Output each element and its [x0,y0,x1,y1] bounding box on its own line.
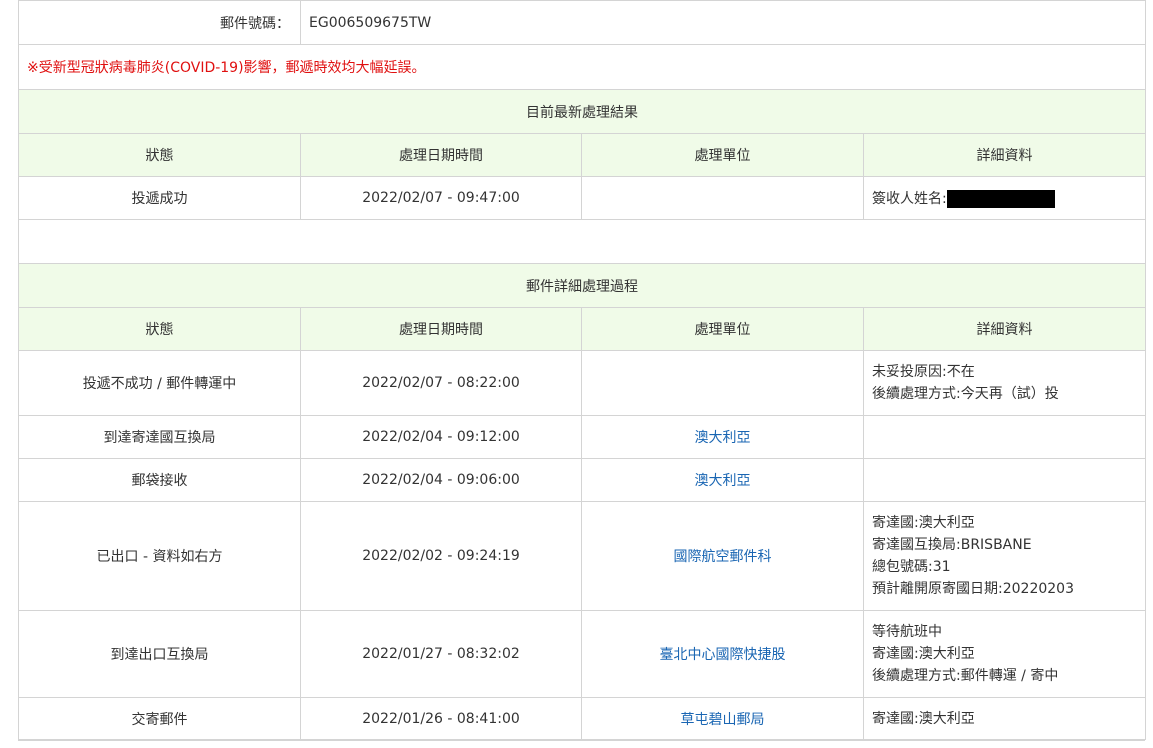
history-unit: 澳大利亞 [581,415,864,459]
tracking-table: 郵件號碼： EG006509675TW ※受新型冠狀病毒肺炎(COVID-19)… [18,0,1146,740]
spacer-cell [18,219,1146,264]
latest-header-row: 狀態 處理日期時間 處理單位 詳細資料 [18,133,1146,177]
detail-line: 總包號碼:31 [872,559,951,575]
latest-datetime: 2022/02/07 - 09:47:00 [300,176,582,220]
history-datetime: 2022/02/07 - 08:22:00 [300,350,582,416]
table-row: 交寄郵件 2022/01/26 - 08:41:00 草屯碧山郵局 寄達國:澳大… [18,697,1146,740]
detail-line: 寄達國互換局:BRISBANE [872,537,1032,553]
history-datetime: 2022/02/04 - 09:06:00 [300,458,582,502]
history-datetime: 2022/01/26 - 08:41:00 [300,697,582,740]
latest-detail: 簽收人姓名: [863,176,1146,220]
table-row: 郵袋接收 2022/02/04 - 09:06:00 澳大利亞 [18,458,1146,502]
history-header-status: 狀態 [18,307,301,351]
detail-line: 預計離開原寄國日期:20220203 [872,581,1074,597]
unit-link[interactable]: 草屯碧山郵局 [681,712,765,728]
history-status: 到達寄達國互換局 [18,415,301,459]
latest-title-row: 目前最新處理結果 [18,89,1146,134]
latest-result-row: 投遞成功 2022/02/07 - 09:47:00 簽收人姓名: [18,176,1146,220]
history-status: 到達出口互換局 [18,610,301,698]
detail-line: 寄達國:澳大利亞 [872,515,975,531]
latest-status: 投遞成功 [18,176,301,220]
history-detail: 等待航班中 寄達國:澳大利亞 後續處理方式:郵件轉運 / 寄中 [863,610,1146,698]
recipient-name-label: 簽收人姓名: [872,191,947,207]
detail-line: 寄達國:澳大利亞 [872,646,975,662]
latest-header-unit: 處理單位 [581,133,864,177]
history-detail: 寄達國:澳大利亞 [863,697,1146,740]
latest-unit [581,176,864,220]
latest-header-datetime: 處理日期時間 [300,133,582,177]
history-section-title: 郵件詳細處理過程 [18,263,1146,308]
covid-notice: ※受新型冠狀病毒肺炎(COVID-19)影響，郵遞時效均大幅延誤。 [18,44,1146,90]
history-unit [581,350,864,416]
history-status: 交寄郵件 [18,697,301,740]
history-detail [863,415,1146,459]
history-title-row: 郵件詳細處理過程 [18,263,1146,308]
history-unit: 國際航空郵件科 [581,501,864,611]
history-header-row: 狀態 處理日期時間 處理單位 詳細資料 [18,307,1146,351]
history-datetime: 2022/02/04 - 09:12:00 [300,415,582,459]
history-status: 投遞不成功 / 郵件轉運中 [18,350,301,416]
table-row: 已出口 - 資料如右方 2022/02/02 - 09:24:19 國際航空郵件… [18,501,1146,611]
history-header-unit: 處理單位 [581,307,864,351]
unit-link[interactable]: 臺北中心國際快捷股 [660,647,786,663]
history-status: 已出口 - 資料如右方 [18,501,301,611]
detail-line: 後續處理方式:今天再（試）投 [872,386,1059,402]
history-detail: 未妥投原因:不在 後續處理方式:今天再（試）投 [863,350,1146,416]
history-detail: 寄達國:澳大利亞 寄達國互換局:BRISBANE 總包號碼:31 預計離開原寄國… [863,501,1146,611]
unit-link[interactable]: 國際航空郵件科 [674,549,772,565]
latest-header-detail: 詳細資料 [863,133,1146,177]
unit-link[interactable]: 澳大利亞 [695,473,751,489]
detail-line: 後續處理方式:郵件轉運 / 寄中 [872,668,1059,684]
history-unit: 草屯碧山郵局 [581,697,864,740]
table-row: 到達出口互換局 2022/01/27 - 08:32:02 臺北中心國際快捷股 … [18,610,1146,698]
table-row: 投遞不成功 / 郵件轉運中 2022/02/07 - 08:22:00 未妥投原… [18,350,1146,416]
tracking-number-value: EG006509675TW [300,0,1146,45]
table-bottom-border [18,740,1145,741]
history-unit: 澳大利亞 [581,458,864,502]
redacted-recipient-name [946,190,1055,208]
detail-line: 等待航班中 [872,624,942,640]
history-datetime: 2022/01/27 - 08:32:02 [300,610,582,698]
unit-link[interactable]: 澳大利亞 [695,430,751,446]
detail-line: 未妥投原因:不在 [872,364,975,380]
history-status: 郵袋接收 [18,458,301,502]
tracking-panel: 郵件號碼： EG006509675TW ※受新型冠狀病毒肺炎(COVID-19)… [18,0,1146,740]
notice-row: ※受新型冠狀病毒肺炎(COVID-19)影響，郵遞時效均大幅延誤。 [18,44,1146,90]
latest-header-status: 狀態 [18,133,301,177]
tracking-number-label: 郵件號碼： [18,0,301,45]
history-header-datetime: 處理日期時間 [300,307,582,351]
history-datetime: 2022/02/02 - 09:24:19 [300,501,582,611]
table-row: 到達寄達國互換局 2022/02/04 - 09:12:00 澳大利亞 [18,415,1146,459]
history-unit: 臺北中心國際快捷股 [581,610,864,698]
history-detail [863,458,1146,502]
latest-section-title: 目前最新處理結果 [18,89,1146,134]
spacer-row [18,219,1146,264]
history-header-detail: 詳細資料 [863,307,1146,351]
tracking-number-row: 郵件號碼： EG006509675TW [18,0,1146,45]
detail-line: 寄達國:澳大利亞 [872,710,975,727]
